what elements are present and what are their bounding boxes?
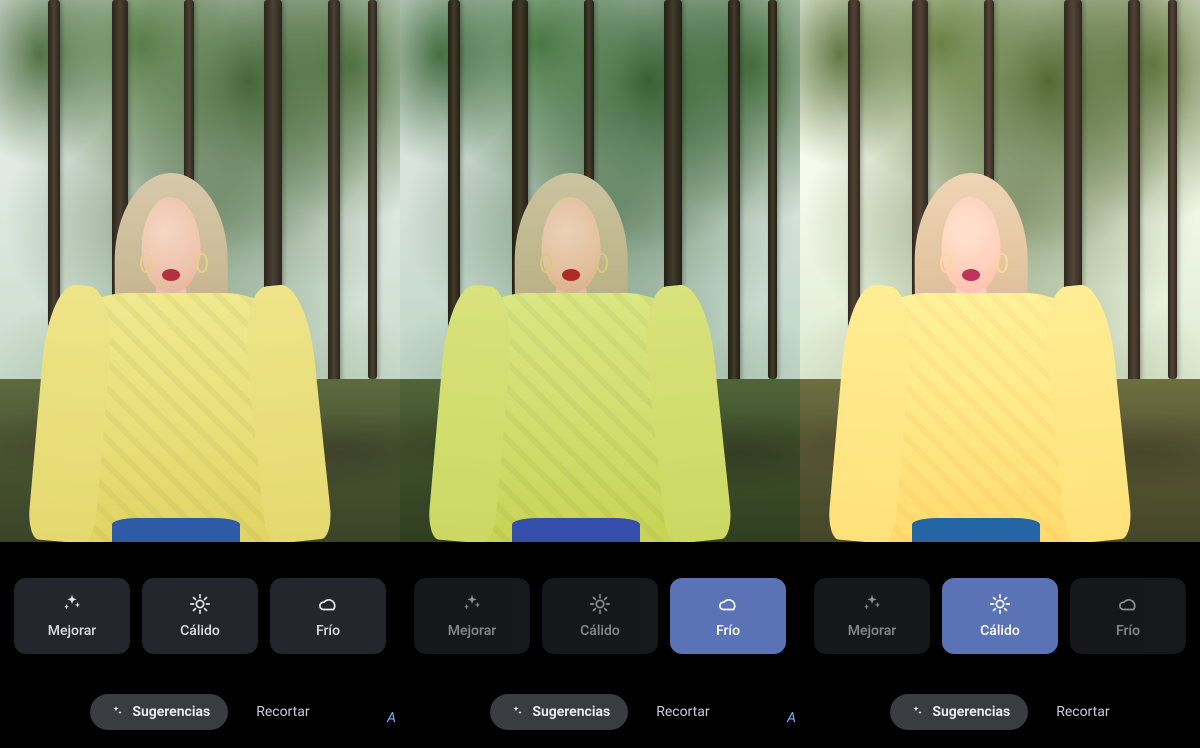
- crop-tab[interactable]: Recortar: [656, 704, 709, 720]
- editor-controls: Mejorar Cálido Frío Sugerencias Recortar: [800, 542, 1200, 748]
- photo-preview[interactable]: [0, 0, 400, 542]
- cloud-icon: [317, 593, 339, 615]
- bottom-tabs: Sugerencias Recortar: [800, 694, 1200, 730]
- suggestions-tab-label: Sugerencias: [132, 704, 210, 720]
- editor-controls: Mejorar Cálido Frío: [0, 542, 400, 748]
- crop-tab[interactable]: Recortar: [256, 704, 309, 720]
- enhance-chip-label: Mejorar: [448, 623, 496, 639]
- crop-tab-label: Recortar: [1056, 704, 1109, 720]
- suggestions-tab[interactable]: Sugerencias: [490, 694, 628, 730]
- screenshots-row: Mejorar Cálido Frío: [0, 0, 1200, 748]
- cloud-icon: [717, 593, 739, 615]
- photo-preview[interactable]: [400, 0, 800, 542]
- crop-tab[interactable]: Recortar: [1056, 704, 1109, 720]
- photo-scene: [400, 0, 800, 542]
- suggestion-chips-row: Mejorar Cálido Frío: [400, 578, 800, 654]
- next-tab-hint: A: [787, 710, 796, 726]
- cool-chip-label: Frío: [316, 623, 340, 639]
- warm-chip[interactable]: Cálido: [142, 578, 258, 654]
- suggestion-chips-row: Mejorar Cálido Frío: [0, 578, 400, 654]
- cool-chip-label: Frío: [1116, 623, 1140, 639]
- warm-chip-label: Cálido: [180, 623, 220, 639]
- sparkle-icon: [461, 593, 483, 615]
- warm-chip[interactable]: Cálido: [942, 578, 1058, 654]
- warm-chip[interactable]: Cálido: [542, 578, 658, 654]
- editor-panel: Mejorar Cálido Frío Sugerencias Recortar: [400, 0, 800, 748]
- editor-controls: Mejorar Cálido Frío Sugerencias Recortar: [400, 542, 800, 748]
- suggestions-tab[interactable]: Sugerencias: [890, 694, 1028, 730]
- enhance-chip[interactable]: Mejorar: [814, 578, 930, 654]
- cool-chip-label: Frío: [716, 623, 740, 639]
- photo-scene: [0, 0, 400, 542]
- suggestions-tab-label: Sugerencias: [932, 704, 1010, 720]
- suggestion-chips-row: Mejorar Cálido Frío: [800, 578, 1200, 654]
- cloud-icon: [1117, 593, 1139, 615]
- bottom-tabs: Sugerencias Recortar: [400, 694, 800, 730]
- cool-chip[interactable]: Frío: [670, 578, 786, 654]
- editor-panel: Mejorar Cálido Frío Sugerencias Recortar: [800, 0, 1200, 748]
- sparkle-icon: [861, 593, 883, 615]
- next-tab-hint: A: [387, 710, 396, 726]
- bottom-tabs: Sugerencias Recortar: [0, 694, 400, 730]
- photo-preview[interactable]: [800, 0, 1200, 542]
- sun-icon: [989, 593, 1011, 615]
- subject-person: [848, 141, 1104, 542]
- editor-panel: Mejorar Cálido Frío: [0, 0, 400, 748]
- crop-tab-label: Recortar: [656, 704, 709, 720]
- crop-tab-label: Recortar: [256, 704, 309, 720]
- cool-chip[interactable]: Frío: [1070, 578, 1186, 654]
- enhance-chip-label: Mejorar: [48, 623, 96, 639]
- suggestions-tab[interactable]: Sugerencias: [90, 694, 228, 730]
- subject-person: [448, 141, 704, 542]
- enhance-chip[interactable]: Mejorar: [414, 578, 530, 654]
- cool-chip[interactable]: Frío: [270, 578, 386, 654]
- subject-person: [48, 141, 304, 542]
- sparkle-small-icon: [908, 704, 924, 720]
- warm-chip-label: Cálido: [580, 623, 620, 639]
- sparkle-small-icon: [108, 704, 124, 720]
- photo-scene: [800, 0, 1200, 542]
- suggestions-tab-label: Sugerencias: [532, 704, 610, 720]
- enhance-chip[interactable]: Mejorar: [14, 578, 130, 654]
- sun-icon: [189, 593, 211, 615]
- enhance-chip-label: Mejorar: [848, 623, 896, 639]
- sun-icon: [589, 593, 611, 615]
- sparkle-icon: [61, 593, 83, 615]
- warm-chip-label: Cálido: [980, 623, 1020, 639]
- sparkle-small-icon: [508, 704, 524, 720]
